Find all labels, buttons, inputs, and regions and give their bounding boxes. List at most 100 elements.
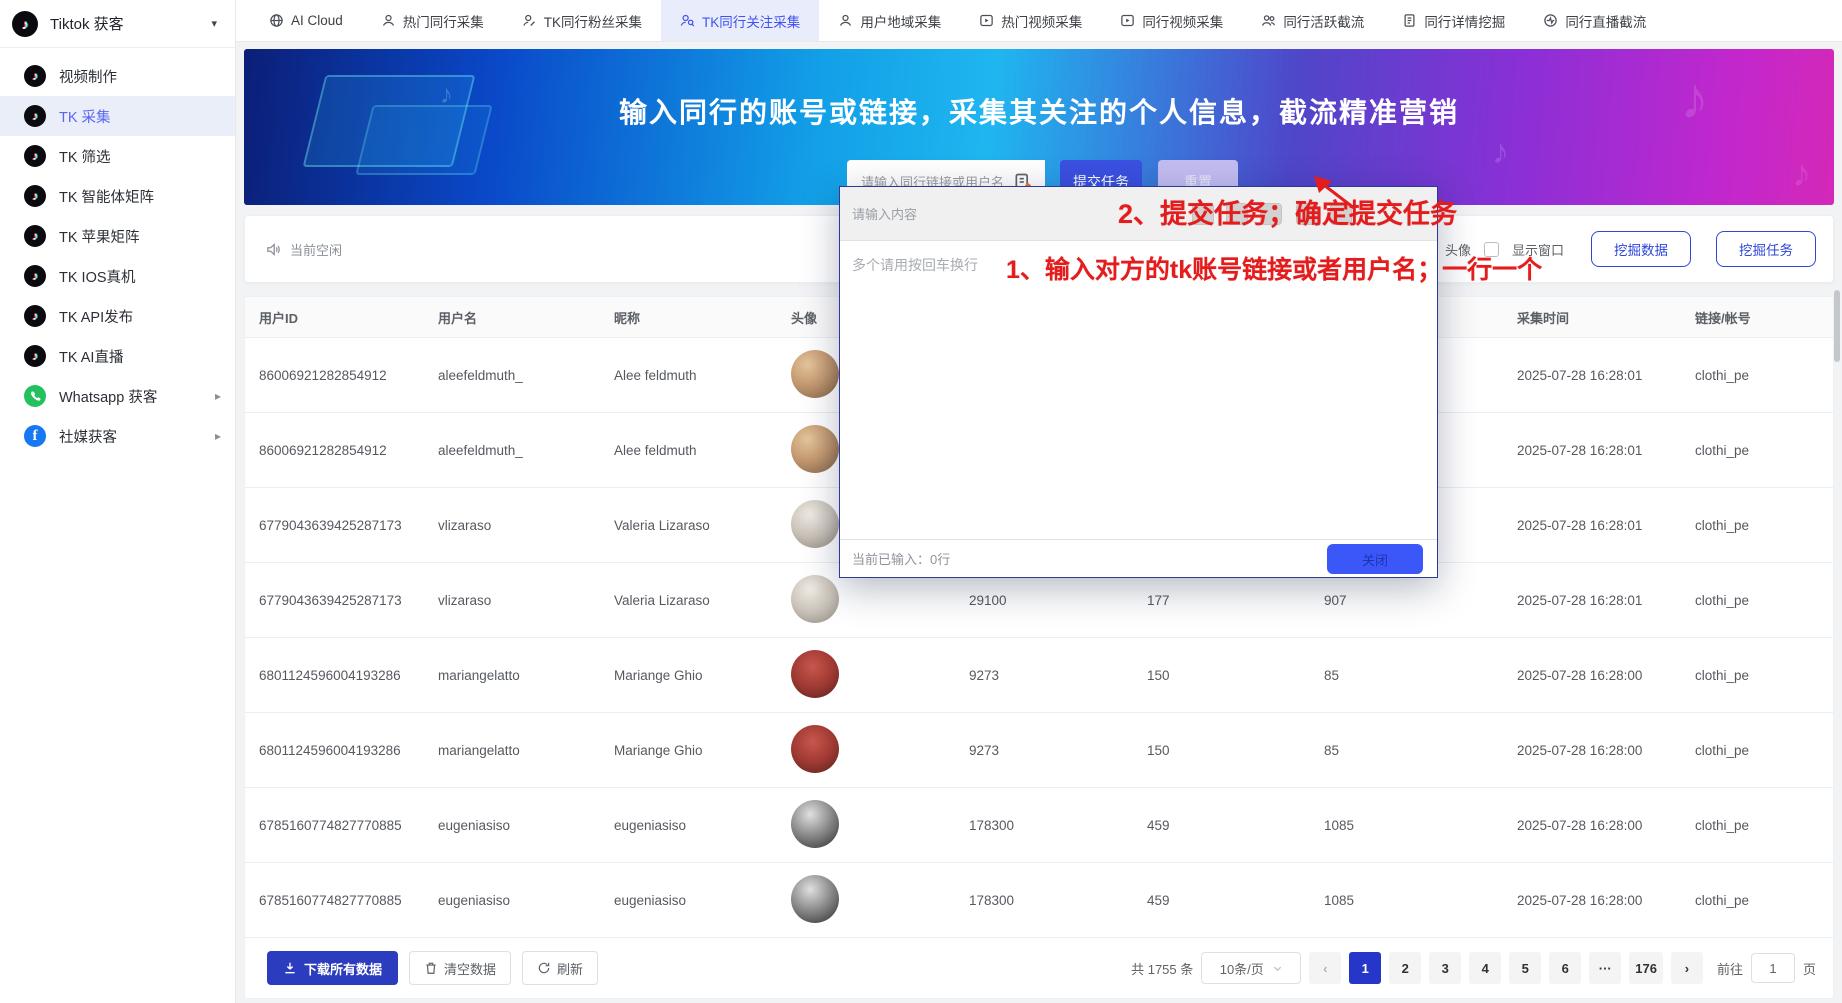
sidebar-item-label: TK 采集	[59, 106, 235, 127]
sidebar-item-tk-apple-matrix[interactable]: ♪ TK 苹果矩阵	[0, 216, 235, 256]
avatar	[791, 875, 839, 923]
refresh-icon	[537, 961, 551, 975]
cell-account: clothi_pe	[1681, 368, 1833, 383]
tab-peer-detail-mining[interactable]: 同行详情挖掘	[1383, 0, 1524, 41]
tab-peer-live-intercept[interactable]: 同行直播截流	[1524, 0, 1665, 41]
next-page-button[interactable]: ›	[1671, 952, 1703, 984]
annotation-arrow	[1306, 172, 1360, 212]
download-all-button[interactable]: 下载所有数据	[267, 951, 398, 985]
tab-label: 同行活跃截流	[1283, 11, 1364, 31]
sidebar-item-label: 视频制作	[59, 66, 235, 87]
sidebar-header[interactable]: ♪ Tiktok 获客 ▾	[0, 0, 235, 48]
goto-label: 前往	[1717, 959, 1743, 978]
tiktok-icon: ♪	[24, 225, 46, 247]
cell-nickname: Valeria Lizaraso	[600, 593, 755, 608]
pagination: 共 1755 条 10条/页 ‹ 1 2 3 4 5 6 ··· 176 › 前…	[1131, 952, 1816, 984]
mine-task-button[interactable]: 挖掘任务	[1716, 231, 1816, 267]
goto-unit-label: 页	[1803, 959, 1816, 978]
page-button-3[interactable]: 3	[1429, 952, 1461, 984]
page-button-6[interactable]: 6	[1549, 952, 1581, 984]
mine-data-button[interactable]: 挖掘数据	[1591, 231, 1691, 267]
cell-stat: 150	[1133, 668, 1310, 683]
tab-hot-video-collect[interactable]: 热门视频采集	[960, 0, 1101, 41]
cell-user-id: 86006921282854912	[245, 443, 424, 458]
close-dialog-button[interactable]: 关闭	[1327, 544, 1423, 574]
column-header-nickname: 昵称	[600, 308, 755, 327]
tab-peer-following-collect[interactable]: TK同行关注采集	[661, 0, 819, 41]
person-pin-icon	[838, 13, 853, 28]
sidebar-item-tk-collect[interactable]: ♪ TK 采集	[0, 96, 235, 136]
tab-peer-fans-collect[interactable]: TK同行粉丝采集	[503, 0, 661, 41]
vertical-scrollbar-thumb[interactable]	[1834, 290, 1840, 362]
table-row: 6785160774827770885 eugeniasiso eugenias…	[245, 863, 1833, 938]
sidebar-item-whatsapp[interactable]: Whatsapp 获客 ▸	[0, 376, 235, 416]
sidebar-header-label: Tiktok 获客	[50, 13, 211, 34]
cell-collect-time: 2025-07-28 16:28:01	[1503, 593, 1681, 608]
refresh-button[interactable]: 刷新	[522, 951, 598, 985]
person-search-icon	[680, 13, 695, 28]
dialog-footer: 当前已输入：0行 关闭	[840, 539, 1437, 577]
sidebar-item-social-media[interactable]: f 社媒获客 ▸	[0, 416, 235, 456]
cell-username: aleefeldmuth_	[424, 368, 600, 383]
tiktok-icon: ♪	[24, 265, 46, 287]
cell-collect-time: 2025-07-28 16:28:01	[1503, 443, 1681, 458]
music-note-decoration: ♪	[1492, 133, 1509, 172]
cell-user-id: 6779043639425287173	[245, 593, 424, 608]
page-button-1[interactable]: 1	[1349, 952, 1381, 984]
speaker-icon	[265, 241, 282, 258]
music-note-decoration: ♪	[1792, 153, 1811, 196]
tab-hot-peer-collect[interactable]: 热门同行采集	[362, 0, 503, 41]
sidebar-item-video-create[interactable]: ♪ 视频制作	[0, 56, 235, 96]
tab-ai-cloud[interactable]: AI Cloud	[250, 0, 362, 41]
cell-nickname: Valeria Lizaraso	[600, 518, 755, 533]
tab-label: AI Cloud	[291, 13, 343, 28]
page-size-select[interactable]: 10条/页	[1201, 952, 1301, 984]
page-button-176[interactable]: 176	[1629, 952, 1663, 984]
sidebar-item-tk-ios-device[interactable]: ♪ TK IOS真机	[0, 256, 235, 296]
page-button-5[interactable]: 5	[1509, 952, 1541, 984]
clear-data-button[interactable]: 清空数据	[409, 951, 511, 985]
sidebar-item-label: TK IOS真机	[59, 266, 235, 287]
cell-collect-time: 2025-07-28 16:28:00	[1503, 818, 1681, 833]
tiktok-icon: ♪	[24, 145, 46, 167]
cell-username: vlizaraso	[424, 593, 600, 608]
cell-stat: 1085	[1310, 893, 1503, 908]
avatar	[791, 800, 839, 848]
sidebar-item-tk-api-publish[interactable]: ♪ TK API发布	[0, 296, 235, 336]
cell-account: clothi_pe	[1681, 668, 1833, 683]
batch-input-dialog: 请输入内容 当前已输入：0行 关闭	[839, 186, 1438, 578]
tab-user-region-collect[interactable]: 用户地域采集	[819, 0, 960, 41]
page-button-4[interactable]: 4	[1469, 952, 1501, 984]
sidebar-item-tk-filter[interactable]: ♪ TK 筛选	[0, 136, 235, 176]
tiktok-icon: ♪	[24, 105, 46, 127]
cell-stat: 459	[1133, 893, 1310, 908]
cell-collect-time: 2025-07-28 16:28:00	[1503, 668, 1681, 683]
cell-username: mariangelatto	[424, 743, 600, 758]
download-icon	[283, 961, 297, 975]
cell-account: clothi_pe	[1681, 818, 1833, 833]
chevron-down-icon	[1272, 963, 1283, 974]
cell-user-id: 86006921282854912	[245, 368, 424, 383]
avatar	[791, 425, 839, 473]
more-pages-button[interactable]: ···	[1589, 952, 1621, 984]
cell-nickname: Alee feldmuth	[600, 443, 755, 458]
cell-username: eugeniasiso	[424, 818, 600, 833]
avatar	[791, 500, 839, 548]
cell-user-id: 6785160774827770885	[245, 893, 424, 908]
tab-peer-video-collect[interactable]: 同行视频采集	[1101, 0, 1242, 41]
chevron-right-icon: ▸	[215, 389, 221, 403]
sidebar-item-label: TK 筛选	[59, 146, 235, 167]
tab-peer-active-intercept[interactable]: 同行活跃截流	[1242, 0, 1383, 41]
prev-page-button[interactable]: ‹	[1309, 952, 1341, 984]
chevron-down-icon[interactable]: ▾	[211, 17, 217, 30]
tab-label: 热门视频采集	[1001, 11, 1082, 31]
table-row: 6801124596004193286 mariangelatto Marian…	[245, 638, 1833, 713]
annotation-step-2: 2、提交任务；确定提交任务	[1118, 192, 1457, 231]
sidebar-item-tk-ai-live[interactable]: ♪ TK AI直播	[0, 336, 235, 376]
sidebar-item-tk-agent-matrix[interactable]: ♪ TK 智能体矩阵	[0, 176, 235, 216]
table-row: 6785160774827770885 eugeniasiso eugenias…	[245, 788, 1833, 863]
goto-page-input[interactable]	[1751, 953, 1795, 983]
page-button-2[interactable]: 2	[1389, 952, 1421, 984]
tiktok-icon: ♪	[24, 305, 46, 327]
tiktok-icon: ♪	[24, 185, 46, 207]
